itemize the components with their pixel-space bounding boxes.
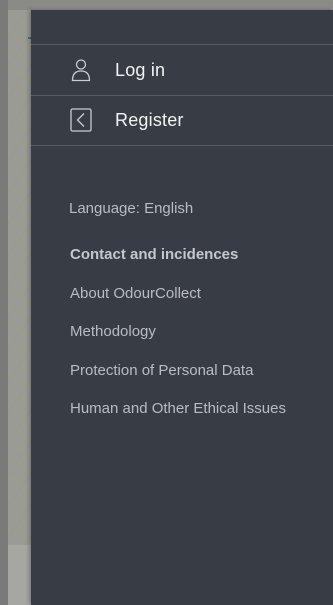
login-label: Log in (115, 59, 166, 80)
register-icon (69, 107, 93, 133)
login-menu-item[interactable]: Log in (31, 44, 333, 96)
link-contact-incidences[interactable]: Contact and incidences (70, 246, 238, 263)
backdrop-edge (0, 0, 8, 605)
register-label: Register (115, 109, 184, 130)
background-strip (8, 545, 33, 605)
side-drawer: Log in Register Language: English Contac… (31, 10, 333, 605)
language-selector[interactable]: Language: English (69, 200, 193, 217)
user-icon (69, 57, 93, 83)
link-about[interactable]: About OdourCollect (70, 285, 201, 302)
link-ethical-issues[interactable]: Human and Other Ethical Issues (70, 400, 286, 417)
link-methodology[interactable]: Methodology (70, 323, 156, 340)
link-personal-data[interactable]: Protection of Personal Data (70, 362, 253, 379)
register-menu-item[interactable]: Register (31, 95, 333, 146)
